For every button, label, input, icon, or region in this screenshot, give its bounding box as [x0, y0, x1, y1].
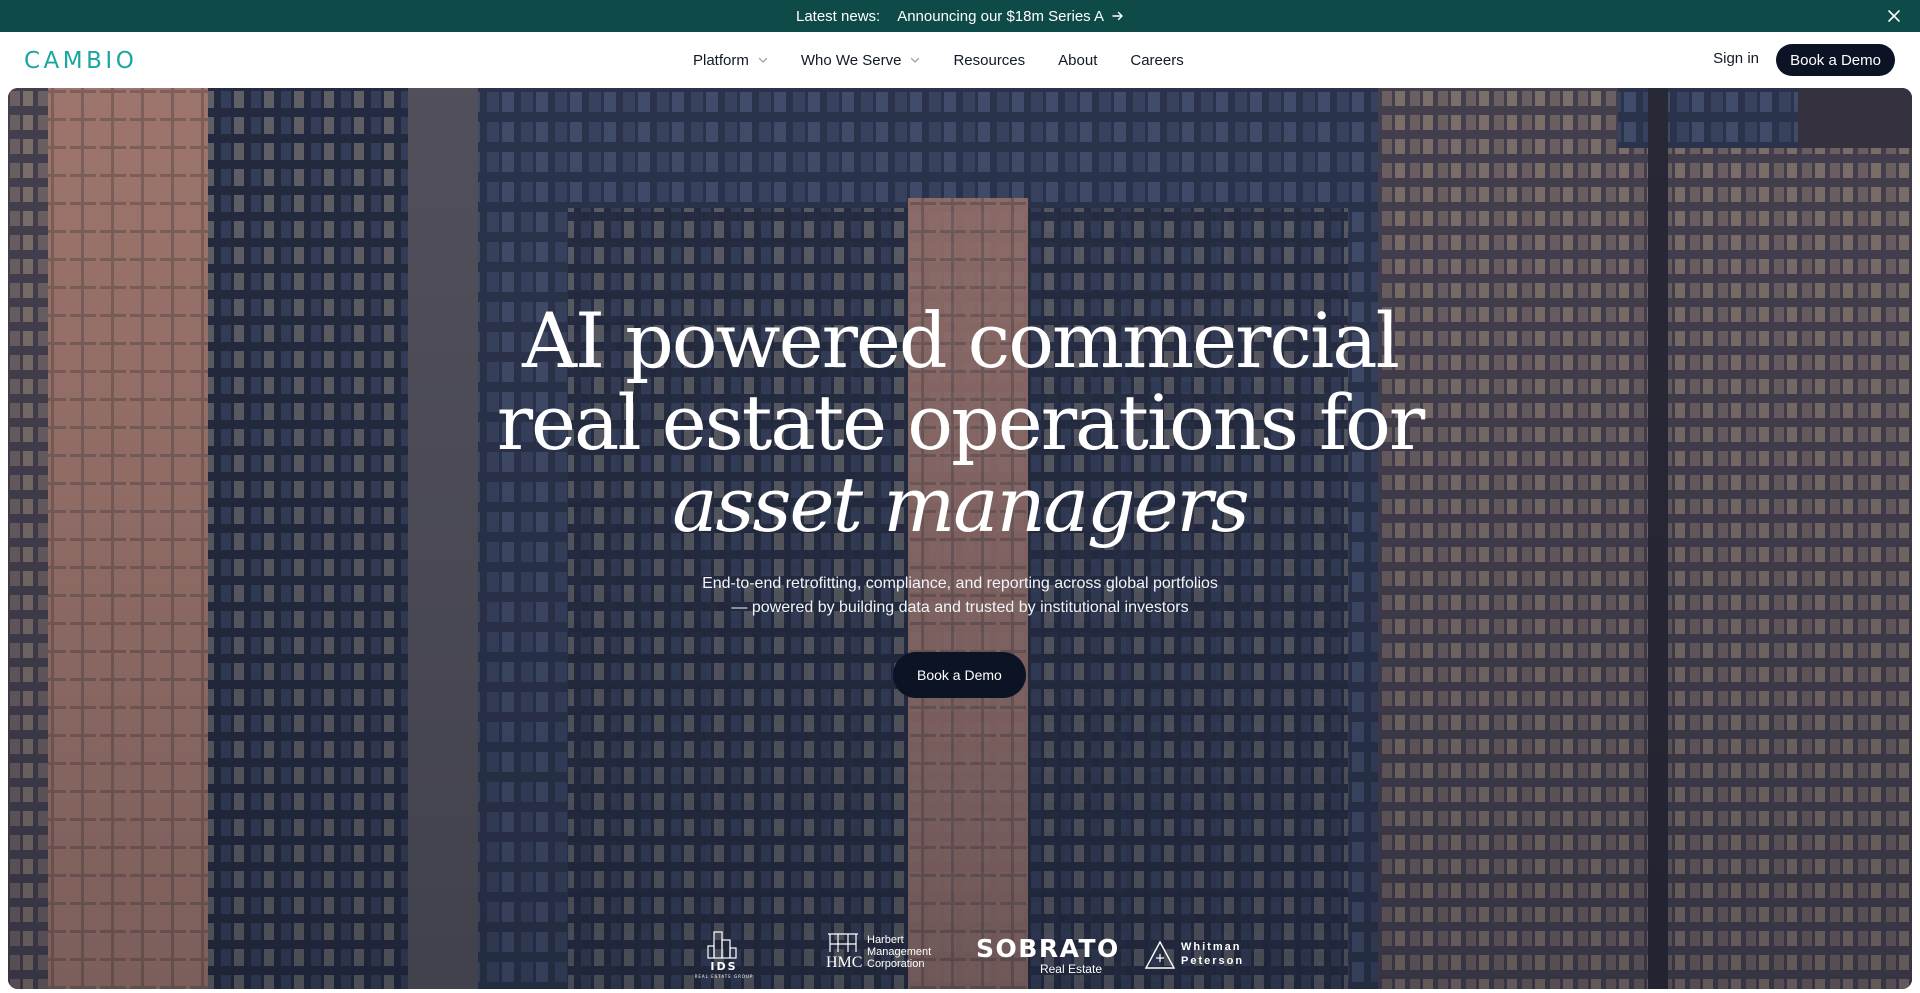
sign-in-link[interactable]: Sign in [1713, 50, 1759, 67]
chevron-down-icon [911, 57, 920, 63]
chevron-down-icon [758, 57, 768, 63]
nav-item-label: Careers [1130, 51, 1184, 69]
book-demo-button[interactable]: Book a Demo [1776, 44, 1895, 76]
nav-item-who-we-serve[interactable]: Who We Serve [801, 52, 921, 69]
client-logo-whitman-line-2: Peterson [1181, 955, 1245, 967]
nav-item-label: Who We Serve [800, 51, 902, 69]
hero-book-demo-button[interactable]: Book a Demo [893, 652, 1026, 698]
hero-headline-line-3: asset managers [672, 460, 1250, 549]
nav-item-label: Platform [693, 51, 749, 69]
hero-headline-line-1: AI powered commercial [522, 296, 1400, 385]
announcement-bar: Latest news: Announcing our $18m Series … [0, 0, 1920, 32]
hero-subheadline-line-2: — powered by building data and trusted b… [731, 599, 1189, 616]
client-logo-whitman-line-1: Whitman [1181, 941, 1242, 953]
logo[interactable]: CAMBIO [24, 48, 137, 74]
client-logo-whitman-peterson: Whitman Peterson [1144, 940, 1264, 980]
nav-menu: Platform Who We Serve Resources About Ca… [693, 32, 1184, 88]
client-logos: IDS REAL ESTATE GROUP HMC Harbert Manage… [8, 928, 1912, 988]
announcement-link[interactable]: Announcing our $18m Series A [897, 8, 1124, 25]
client-logo-ids: IDS REAL ESTATE GROUP [694, 928, 754, 980]
nav-item-label: Resources [953, 51, 1026, 69]
client-logo-hmc-name: Harbert Management Corporation [867, 934, 932, 970]
client-logo-hmc-abbr: HMC [826, 954, 863, 971]
nav-item-about[interactable]: About [1058, 52, 1097, 69]
client-logo-sobrato: SOBRATO Real Estate [976, 934, 1118, 978]
announcement-lead: Latest news: [795, 7, 881, 25]
nav-item-careers[interactable]: Careers [1130, 52, 1183, 69]
arrow-right-icon [1112, 11, 1123, 21]
nav-item-resources[interactable]: Resources [953, 52, 1025, 69]
hero-subheadline: End-to-end retrofitting, compliance, and… [8, 572, 1912, 620]
client-logo-sobrato-tagline: Real Estate [1039, 962, 1102, 976]
hero-subheadline-line-1: End-to-end retrofitting, compliance, and… [702, 575, 1218, 592]
client-logo-ids-tagline: REAL ESTATE GROUP [695, 974, 754, 979]
announcement-link-text: Announcing our $18m Series A [897, 7, 1105, 25]
close-icon[interactable] [1884, 6, 1904, 26]
hero-headline-line-2: real estate operations for [496, 378, 1426, 467]
hero: AI powered commercial real estate operat… [8, 88, 1912, 989]
nav-item-platform[interactable]: Platform [693, 52, 768, 69]
client-logo-sobrato-name: SOBRATO [976, 934, 1120, 963]
main-nav: CAMBIO Platform Who We Serve Resources A… [0, 32, 1920, 88]
nav-item-label: About [1058, 51, 1098, 69]
hero-headline: AI powered commercial real estate operat… [8, 300, 1912, 546]
client-logo-ids-abbr: IDS [710, 960, 737, 973]
client-logo-hmc: HMC Harbert Management Corporation [826, 930, 946, 980]
